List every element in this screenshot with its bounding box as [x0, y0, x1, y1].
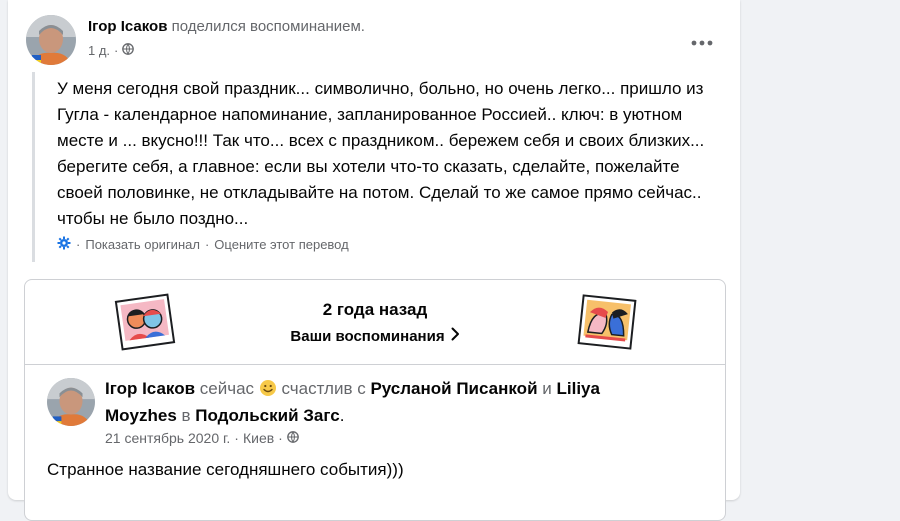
more-dots-icon [690, 33, 714, 51]
smile-emoji-icon [259, 379, 277, 404]
globe-icon[interactable] [286, 430, 299, 446]
place-link[interactable]: Подольский Загс [195, 406, 339, 425]
post-text: У меня сегодня свой праздник... символич… [57, 79, 705, 228]
inner-author-name[interactable]: Ігор Ісаков [105, 379, 195, 398]
inner-author-avatar[interactable] [47, 378, 95, 426]
memory-header: 2 года назад Ваши воспоминания [25, 280, 725, 365]
meta-separator: · [278, 430, 283, 446]
inner-post-status: сейчас [199, 379, 255, 398]
inner-post-text: Странное название сегодняшнего события))… [47, 460, 404, 479]
rate-translation-link[interactable]: Оцените этот перевод [214, 237, 348, 252]
inner-post-date[interactable]: 21 сентябрь 2020 г. [105, 430, 230, 446]
gear-icon [57, 236, 71, 253]
meta-separator: · [204, 237, 210, 252]
post-action: поделился воспоминанием. [171, 18, 365, 35]
header-period: . [339, 406, 345, 425]
preposition-in: в [181, 406, 191, 425]
meta-separator: · [114, 43, 119, 58]
shared-text-block: У меня сегодня свой праздник... символич… [32, 72, 725, 262]
meta-separator: · [234, 430, 239, 446]
inner-post-header: Ігор Ісаков сейчас счастлив с Русланой П… [105, 377, 665, 428]
conjunction-and: и [542, 379, 552, 398]
chevron-right-icon [451, 327, 460, 345]
memory-card: 2 года назад Ваши воспоминания Ігор Ісак… [24, 279, 726, 521]
globe-icon[interactable] [122, 43, 135, 58]
author-name[interactable]: Ігор Ісаков [88, 18, 167, 35]
post-meta: 1 д. · [88, 43, 135, 58]
post-card: Ігор Ісаков поделился воспоминанием. 1 д… [8, 0, 740, 521]
tagged-friend-1[interactable]: Русланой Писанкой [370, 379, 537, 398]
post-header-line: Ігор Ісаков поделился воспоминанием. [88, 18, 365, 35]
translation-row: · Показать оригинал · Оцените этот перев… [57, 236, 349, 253]
post-time[interactable]: 1 д. [88, 43, 110, 58]
friends-illustration-right [575, 290, 639, 354]
inner-post-location[interactable]: Киев [243, 430, 274, 446]
meta-separator: · [76, 237, 81, 252]
your-memories-label: Ваши воспоминания [290, 327, 445, 345]
inner-feeling: счастлив с [281, 379, 366, 398]
show-original-link[interactable]: Показать оригинал [85, 237, 200, 252]
more-options-button[interactable] [684, 24, 720, 60]
author-avatar[interactable] [26, 15, 76, 65]
inner-post-meta: 21 сентябрь 2020 г. · Киев · [105, 430, 299, 446]
